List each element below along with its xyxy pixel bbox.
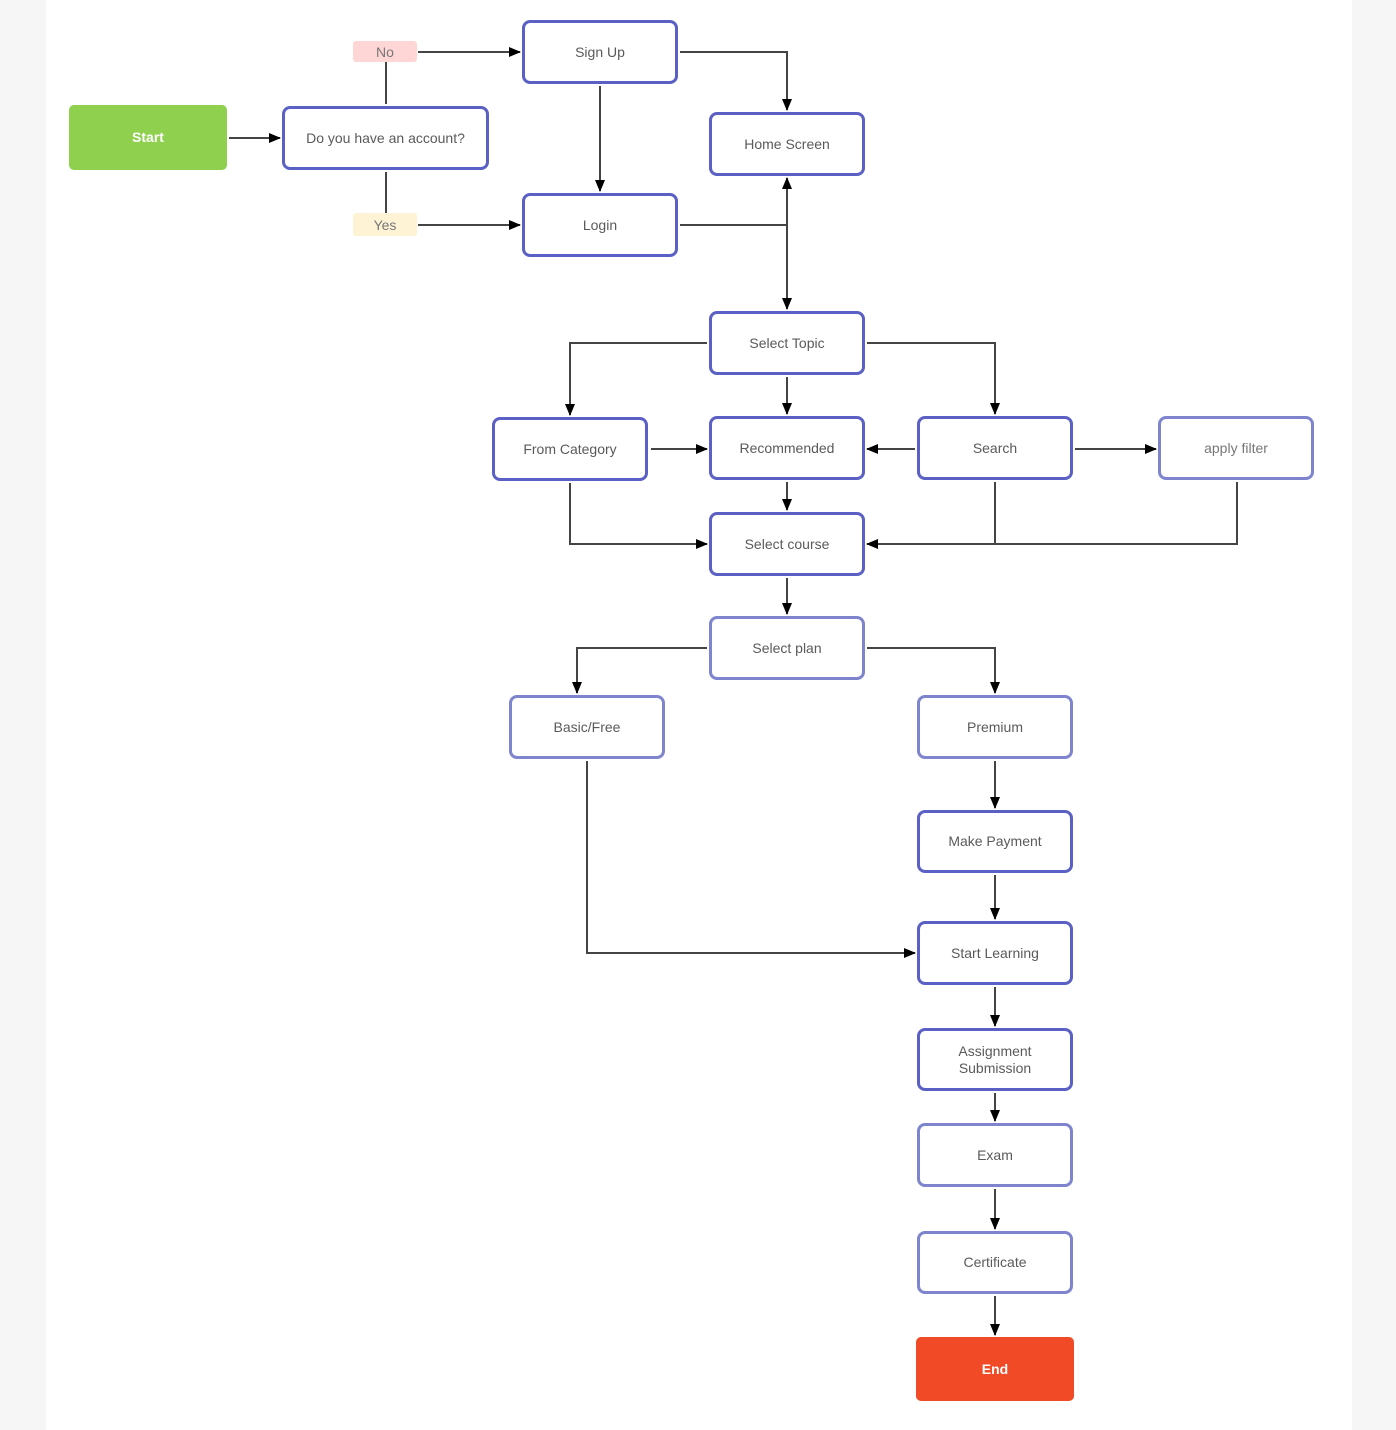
- end-node[interactable]: End: [916, 1337, 1074, 1401]
- select-plan-node[interactable]: Select plan: [709, 616, 865, 680]
- no-tag: No: [353, 41, 417, 62]
- certificate-node[interactable]: Certificate: [917, 1231, 1073, 1294]
- question-node[interactable]: Do you have an account?: [282, 106, 489, 170]
- edge-category-course: [569, 483, 708, 549]
- search-node[interactable]: Search: [917, 416, 1073, 480]
- home-screen-node[interactable]: Home Screen: [709, 112, 865, 176]
- login-node[interactable]: Login: [522, 193, 678, 257]
- exam-node[interactable]: Exam: [917, 1123, 1073, 1187]
- basic-free-node[interactable]: Basic/Free: [509, 695, 665, 759]
- start-learning-node[interactable]: Start Learning: [917, 921, 1073, 985]
- recommended-node[interactable]: Recommended: [709, 416, 865, 480]
- edge-plan-premium: [867, 647, 1000, 694]
- edge-plan-basic: [572, 647, 707, 694]
- apply-filter-node[interactable]: apply filter: [1158, 416, 1314, 480]
- edge-signup-home: [680, 51, 792, 111]
- premium-node[interactable]: Premium: [917, 695, 1073, 759]
- edge-topic-category: [565, 342, 707, 416]
- edge-filter-course: [995, 482, 1238, 545]
- yes-tag: Yes: [353, 213, 417, 236]
- edge-topic-search: [867, 342, 1000, 415]
- select-topic-node[interactable]: Select Topic: [709, 311, 865, 375]
- select-course-node[interactable]: Select course: [709, 512, 865, 576]
- make-payment-node[interactable]: Make Payment: [917, 810, 1073, 873]
- edge-basic-learning: [586, 761, 916, 958]
- from-category-node[interactable]: From Category: [492, 417, 648, 481]
- edge-search-course: [866, 482, 996, 549]
- start-node[interactable]: Start: [69, 105, 227, 170]
- sign-up-node[interactable]: Sign Up: [522, 20, 678, 84]
- connectors: [229, 47, 1238, 1336]
- assignment-submission-node[interactable]: Assignment Submission: [917, 1028, 1073, 1091]
